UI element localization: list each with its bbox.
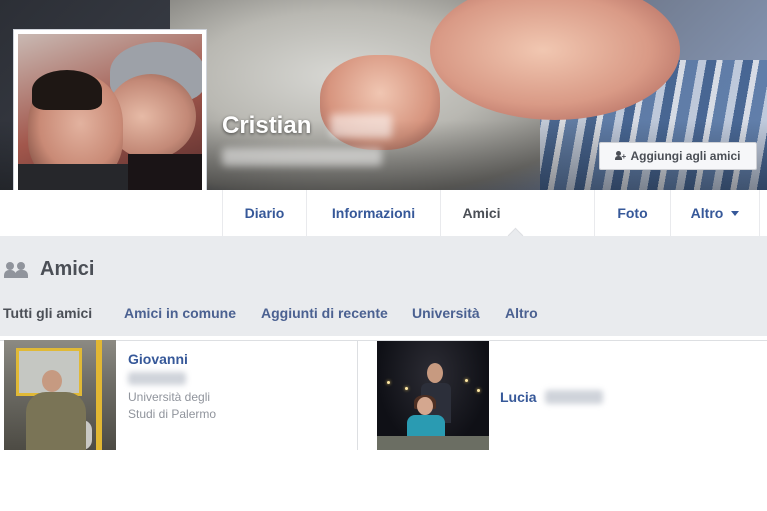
tab-informazioni[interactable]: Informazioni [306, 190, 440, 236]
photo-head-2 [417, 397, 433, 415]
friends-icon-head-1 [6, 261, 14, 270]
subtab-amici-in-comune[interactable]: Amici in comune [124, 305, 236, 321]
friends-icon-body-2 [15, 269, 28, 278]
profile-surname-blurred [330, 114, 392, 138]
subtab-altro[interactable]: Altro [505, 305, 538, 321]
friend-detail-1: Università degli Studi di Palermo [128, 390, 217, 421]
tab-foto-label: Foto [617, 205, 648, 221]
friend-surname-1-blurred [128, 372, 186, 385]
photo-light [405, 387, 408, 390]
friend-surname-2-blurred [545, 390, 603, 404]
add-friend-icon: + [615, 151, 626, 161]
subtab-aggiunti-di-recente[interactable]: Aggiunti di recente [261, 305, 388, 321]
friend-photo-2[interactable] [377, 341, 489, 450]
add-friend-label: Aggiungi agli amici [630, 149, 741, 163]
tab-diario[interactable]: Diario [222, 190, 306, 236]
add-friend-button[interactable]: + Aggiungi agli amici [599, 142, 757, 170]
photo-light [477, 389, 480, 392]
friend-name-2[interactable]: Lucia [500, 389, 537, 405]
tab-informazioni-label: Informazioni [331, 205, 416, 221]
friends-icon [4, 260, 30, 280]
tab-altro[interactable]: Altro [670, 190, 760, 236]
tab-altro-label: Altro [690, 205, 724, 221]
tab-amici[interactable]: Amici [440, 190, 522, 236]
photo-light [465, 379, 468, 382]
card-divider [357, 340, 358, 450]
photo-ground [377, 436, 489, 450]
tab-amici-label: Amici [462, 205, 501, 221]
photo-light [387, 381, 390, 384]
profile-name[interactable]: Cristian [222, 112, 311, 140]
photo-head [42, 370, 62, 392]
profile-subtitle-blurred [222, 148, 382, 166]
subtab-universita[interactable]: Università [412, 305, 480, 321]
photo-head-1 [427, 363, 443, 383]
friends-icon-head-2 [17, 261, 25, 270]
chevron-down-icon [731, 210, 740, 216]
profile-picture-hair [32, 70, 102, 110]
tab-foto[interactable]: Foto [594, 190, 670, 236]
friends-section-background [0, 236, 767, 336]
friend-name-1[interactable]: Giovanni [128, 351, 188, 367]
section-title: Amici [40, 258, 95, 280]
friend-photo-1[interactable] [4, 340, 116, 450]
friends-section-header: Amici [4, 258, 94, 281]
photo-pole [96, 340, 102, 450]
subtab-tutti-gli-amici[interactable]: Tutti gli amici [3, 305, 92, 321]
tab-diario-label: Diario [244, 205, 285, 221]
photo-body [26, 392, 86, 450]
